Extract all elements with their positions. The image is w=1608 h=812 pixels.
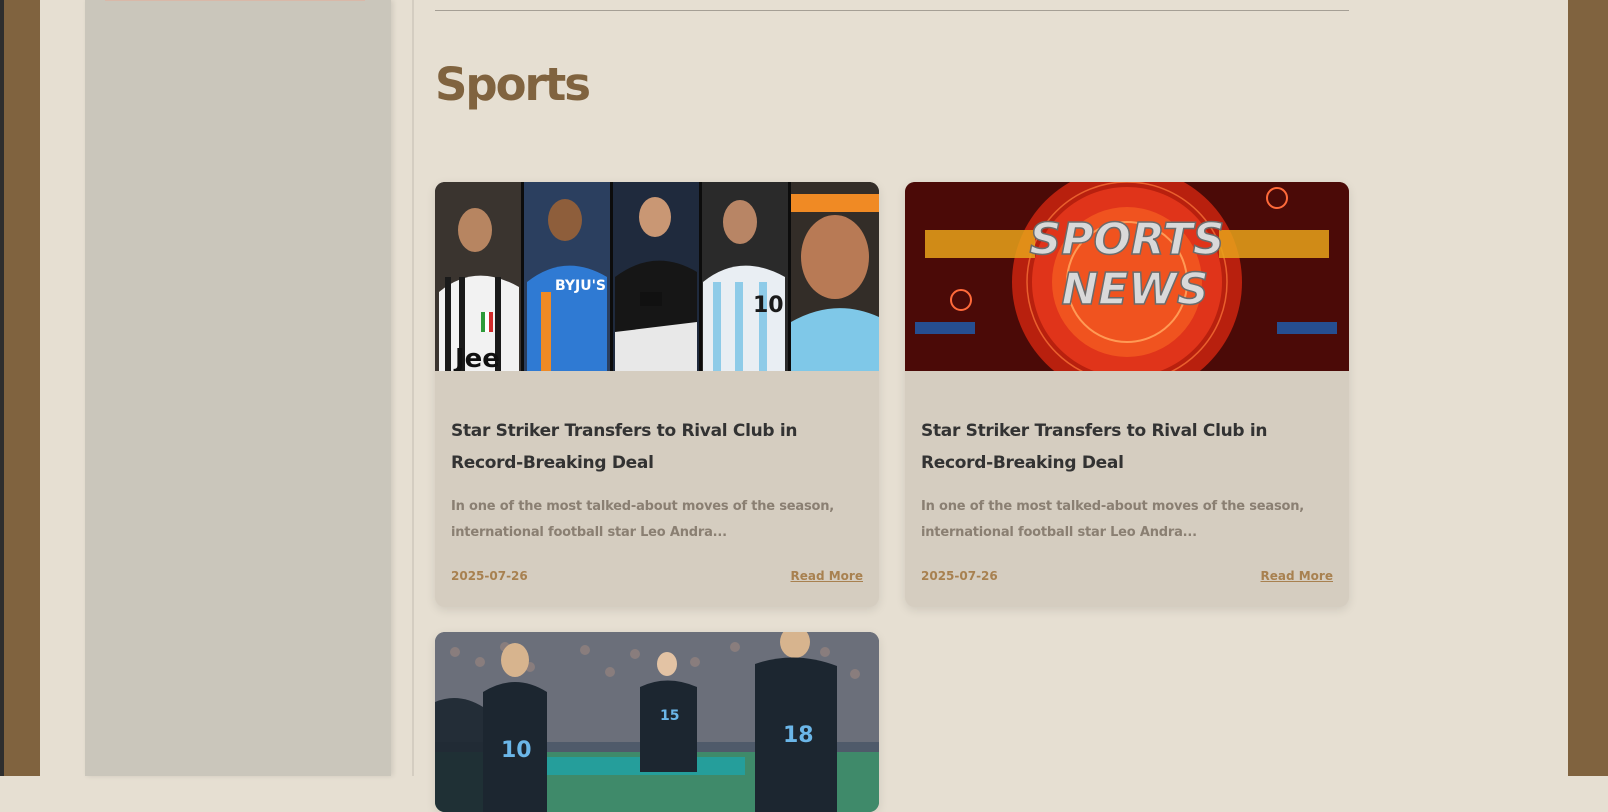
article-date: 2025-07-26 xyxy=(451,569,528,583)
svg-text:BYJU'S: BYJU'S xyxy=(555,278,606,294)
page-title: Sports xyxy=(435,58,591,111)
svg-text:Jee: Jee xyxy=(453,344,500,371)
column-divider xyxy=(412,0,414,776)
article-title[interactable]: Star Striker Transfers to Rival Club in … xyxy=(921,415,1331,479)
article-excerpt: In one of the most talked-about moves of… xyxy=(921,499,1305,540)
read-more-link[interactable]: Read More xyxy=(1261,569,1334,583)
sidebar-accent-line xyxy=(105,0,365,1)
header-divider xyxy=(435,10,1349,11)
jersey-number-1: 10 xyxy=(501,738,532,763)
article-title[interactable]: Star Striker Transfers to Rival Club in … xyxy=(451,415,861,479)
sidebar xyxy=(85,0,391,776)
jersey-number-2: 15 xyxy=(660,708,679,724)
frame-right-border xyxy=(1568,0,1608,776)
card-body: Star Striker Transfers to Rival Club in … xyxy=(435,371,879,607)
football-team-celebration-image[interactable]: 10 15 18 xyxy=(435,632,879,812)
svg-text:10: 10 xyxy=(753,293,784,318)
frame-left-border xyxy=(4,0,40,776)
article-card[interactable]: 10 15 18 xyxy=(435,632,879,812)
page: Sports Jee BYJU'S 10 Star Striker Transf… xyxy=(40,0,1568,812)
article-card[interactable]: Jee BYJU'S 10 Star Striker Transfers to … xyxy=(435,182,879,607)
article-card[interactable]: SPORTS NEWS Star Striker Transfers to Ri… xyxy=(905,182,1349,607)
sports-stars-collage-image[interactable]: Jee BYJU'S 10 xyxy=(435,182,879,371)
jersey-number-3: 18 xyxy=(783,723,814,748)
banner-text-news: NEWS xyxy=(1061,264,1208,315)
article-date: 2025-07-26 xyxy=(921,569,998,583)
article-excerpt: In one of the most talked-about moves of… xyxy=(451,499,835,540)
read-more-link[interactable]: Read More xyxy=(791,569,864,583)
banner-text-sports: SPORTS xyxy=(1030,214,1225,265)
sports-news-banner-image[interactable]: SPORTS NEWS xyxy=(905,182,1349,371)
card-body: Star Striker Transfers to Rival Club in … xyxy=(905,371,1349,607)
